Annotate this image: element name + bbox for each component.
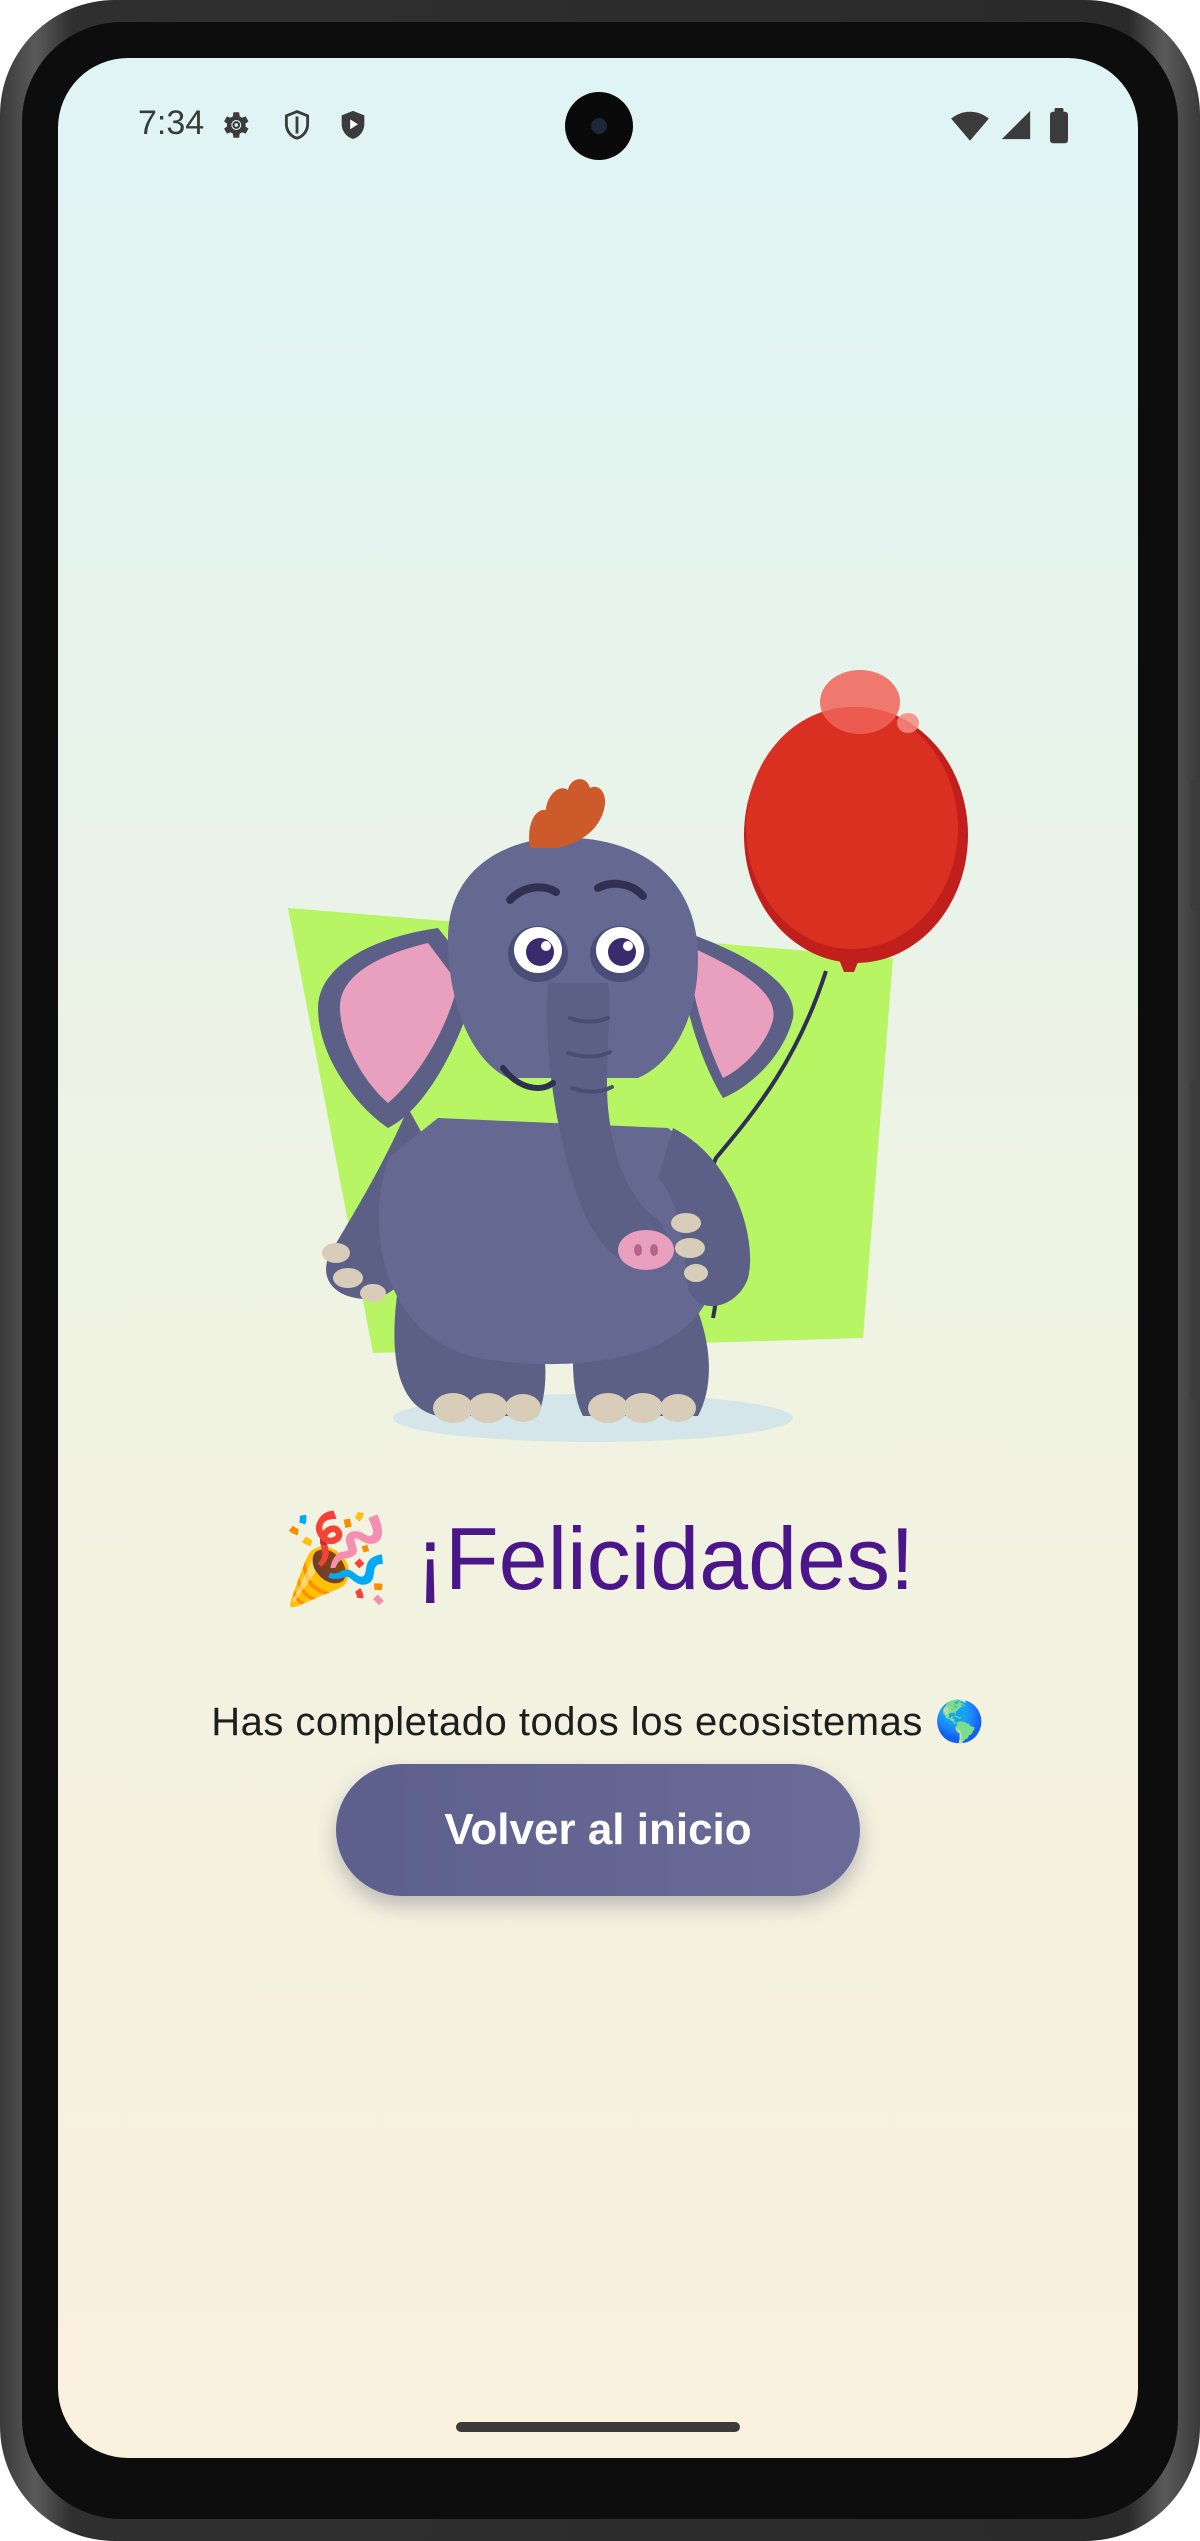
front-camera bbox=[565, 92, 633, 160]
balloon bbox=[744, 670, 968, 972]
party-popper-icon: 🎉 bbox=[281, 1509, 392, 1608]
wifi-icon bbox=[951, 111, 989, 141]
app-screen: 7:34 🎉 ¡Felicidades! Has completado todo… bbox=[58, 58, 1138, 2458]
shield-play-icon bbox=[341, 110, 365, 139]
status-time: 7:34 bbox=[138, 104, 205, 142]
volume-button bbox=[1190, 1080, 1200, 1400]
globe-icon: 🌎 bbox=[934, 1700, 985, 1744]
subtitle-text: Has completado todos los ecosistemas bbox=[211, 1700, 923, 1744]
shield-outline-icon bbox=[284, 110, 310, 140]
gear-icon bbox=[224, 112, 249, 138]
completion-message: Has completado todos los ecosistemas 🌎 bbox=[58, 1698, 1138, 1745]
trunk-tip bbox=[618, 1230, 674, 1270]
phone-frame: 7:34 🎉 ¡Felicidades! Has completado todo… bbox=[0, 0, 1200, 2541]
congrats-title: 🎉 ¡Felicidades! bbox=[58, 1508, 1138, 1611]
battery-icon bbox=[1050, 108, 1068, 144]
hair-tuft bbox=[529, 779, 606, 848]
power-button bbox=[1190, 780, 1200, 910]
home-indicator[interactable] bbox=[456, 2422, 740, 2432]
title-text: ¡Felicidades! bbox=[415, 1509, 915, 1608]
cellular-signal-icon bbox=[1001, 110, 1031, 140]
elephant-balloon-illustration bbox=[288, 670, 968, 1442]
status-bar: 7:34 bbox=[58, 58, 1138, 168]
back-to-home-button[interactable]: Volver al inicio bbox=[336, 1764, 860, 1896]
